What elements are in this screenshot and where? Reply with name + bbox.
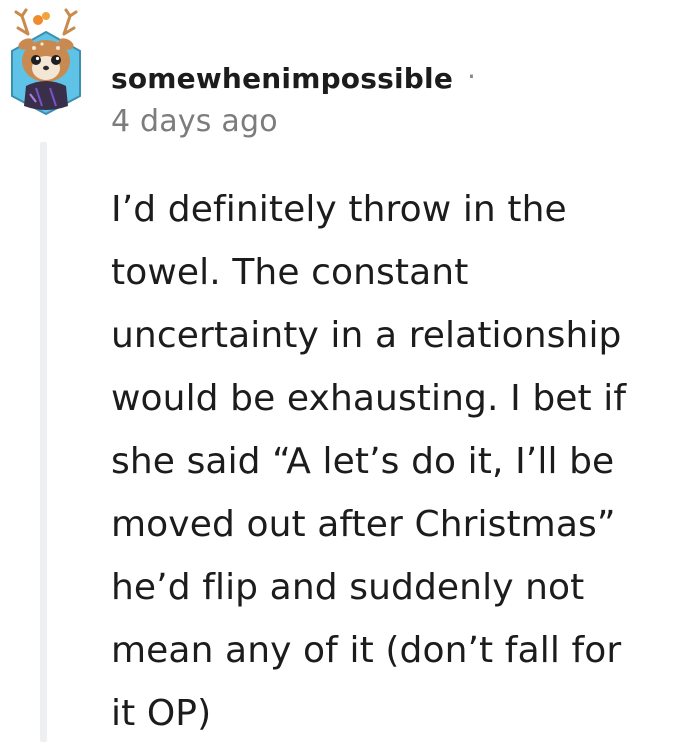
comment-line: towel. The constant: [111, 252, 469, 293]
meta-separator: ·: [467, 59, 476, 93]
comment-timestamp[interactable]: 4 days ago: [111, 104, 671, 139]
comment-line: she said “A let’s do it, I’ll be: [111, 441, 615, 482]
comment-line: would be exhausting. I bet if: [111, 378, 627, 419]
comment-line: moved out after Christmas”: [111, 504, 616, 545]
thread-collapse-line[interactable]: [40, 142, 47, 742]
comment-line: uncertainty in a relationship: [111, 315, 622, 356]
comment-line: I’d definitely throw in the: [111, 189, 567, 230]
comment-body: I’d definitely throw in the towel. The c…: [111, 178, 686, 745]
username-link[interactable]: somewhenimpossible: [111, 62, 453, 95]
comment-line: he’d flip and suddenly not: [111, 567, 585, 608]
comment-line: it OP): [111, 693, 212, 734]
comment-container: somewhenimpossible · 4 days ago I’d defi…: [0, 0, 690, 742]
comment-line: mean any of it (don’t fall for: [111, 630, 622, 671]
user-avatar-icon[interactable]: [6, 6, 86, 116]
author-row: somewhenimpossible ·: [111, 58, 671, 98]
comment-meta: somewhenimpossible · 4 days ago: [111, 58, 671, 140]
